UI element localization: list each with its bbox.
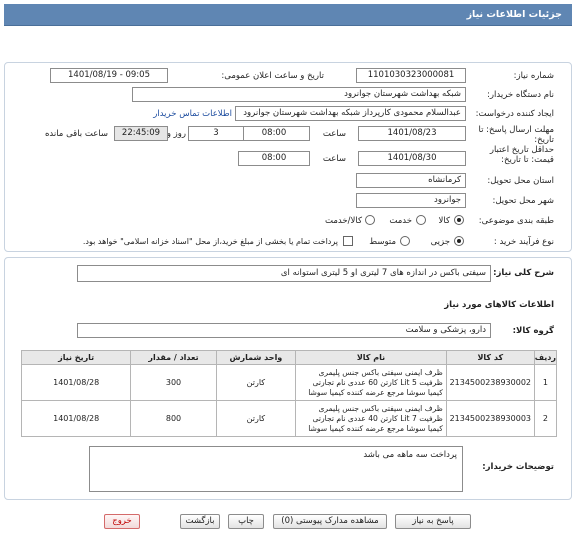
view-attachments-button[interactable]: مشاهده مدارک پیوستی (0): [273, 514, 387, 529]
table-header-date: تاریخ نیاز: [20, 350, 132, 365]
buyer-notes-label: توضیحات خریدار:: [482, 462, 554, 472]
price-validity-time-field: 08:00: [238, 151, 310, 166]
print-button[interactable]: چاپ: [228, 514, 264, 529]
days-field: 3: [188, 126, 244, 141]
remaining-time-label: ساعت باقی مانده: [44, 129, 108, 139]
table-header-row-number: ردیف: [533, 350, 558, 365]
buyer-org-label: نام دستگاه خریدار:: [487, 90, 554, 100]
table-header-code: کد کالا: [445, 350, 535, 365]
cell-name: ظرف ایمنی سیفتی باکس جنس پلیمری ظرفیت 5 …: [295, 364, 447, 401]
buyer-notes-field: پرداخت سه ماهه می باشد: [89, 446, 463, 492]
category-radio-service[interactable]: [416, 215, 426, 225]
process-option-minor: جزیی: [430, 237, 450, 247]
need-summary-field: سیفتی باکس در اندازه های 7 لیتری او 5 لی…: [77, 265, 491, 282]
exit-button[interactable]: خروج: [104, 514, 140, 529]
need-number-field: 1101030323000081: [356, 68, 466, 83]
deadline-date-field: 1401/08/23: [358, 126, 466, 141]
city-field: جوانرود: [356, 193, 466, 208]
goods-group-label: گروه کالا:: [512, 326, 554, 336]
table-header-unit: واحد شمارش: [215, 350, 297, 365]
table-header-qty: تعداد / مقدار: [130, 350, 217, 365]
announce-datetime-field: 1401/08/19 - 09:05: [50, 68, 168, 83]
category-radio-goods-service[interactable]: [365, 215, 375, 225]
buyer-org-field: شبکه بهداشت شهرستان جوانرود: [132, 87, 466, 102]
cell-date: 1401/08/28: [20, 364, 132, 401]
treasury-payment-checkbox[interactable]: [343, 236, 353, 246]
need-summary-label: شرح کلی نیاز:: [493, 268, 554, 278]
category-option-goods-service: کالا/خدمت: [325, 216, 362, 226]
reply-button[interactable]: پاسخ به نیاز: [395, 514, 471, 529]
category-option-service: خدمت: [389, 216, 412, 226]
goods-table: ردیف کد کالا نام کالا واحد شمارش تعداد /…: [20, 350, 558, 437]
deadline-label: مهلت ارسال پاسخ: تا تاریخ:: [478, 125, 554, 145]
category-option-goods: کالا: [438, 216, 450, 226]
table-row: 1 2134500238930002 ظرف ایمنی سیفتی باکس …: [20, 364, 558, 401]
cell-code: 2134500238930002: [445, 364, 535, 401]
remaining-time-field: 22:45:09: [114, 126, 168, 141]
purchase-process-label: نوع فرآیند خرید :: [493, 237, 554, 247]
page-title: جزئیات اطلاعات نیاز: [466, 9, 562, 20]
back-button[interactable]: بازگشت: [180, 514, 220, 529]
goods-section-title: اطلاعات کالاهای مورد نیاز: [444, 300, 554, 310]
price-validity-date-field: 1401/08/30: [358, 151, 466, 166]
process-option-medium: متوسط: [369, 237, 396, 247]
cell-qty: 300: [130, 364, 217, 401]
category-label: طبقه بندی موضوعی:: [478, 216, 554, 226]
category-radio-goods[interactable]: [454, 215, 464, 225]
price-validity-time-label: ساعت: [322, 154, 346, 164]
process-radio-minor[interactable]: [454, 236, 464, 246]
cell-qty: 800: [130, 400, 217, 437]
price-validity-label: حداقل تاریخ اعتبار قیمت: تا تاریخ:: [489, 145, 554, 165]
days-label: روز و: [166, 129, 186, 139]
table-row: 2 2134500238930003 ظرف ایمنی سیفتی باکس …: [20, 400, 558, 437]
table-header-name: نام کالا: [295, 350, 447, 365]
cell-unit: کارتن: [215, 364, 297, 401]
buyer-contact-link[interactable]: اطلاعات تماس خریدار: [153, 109, 232, 119]
city-label: شهر محل تحویل:: [492, 196, 554, 206]
announce-datetime-label: تاریخ و ساعت اعلان عمومی:: [221, 71, 324, 81]
deadline-time-field: 08:00: [238, 126, 310, 141]
province-field: کرمانشاه: [356, 173, 466, 188]
cell-date: 1401/08/28: [20, 400, 132, 437]
need-number-label: شماره نیاز:: [513, 71, 554, 81]
deadline-time-label: ساعت: [322, 129, 346, 139]
page-header: جزئیات اطلاعات نیاز: [4, 4, 572, 26]
treasury-payment-note: پرداخت تمام یا بخشی از مبلغ خرید،از محل …: [82, 237, 338, 246]
requester-label: ایجاد کننده درخواست:: [475, 109, 554, 119]
cell-row-number: 1: [533, 364, 558, 401]
cell-name: ظرف ایمنی سیفتی باکس جنس پلیمری ظرفیت 7 …: [295, 400, 447, 437]
process-radio-medium[interactable]: [400, 236, 410, 246]
cell-unit: کارتن: [215, 400, 297, 437]
requester-field: عبدالسلام محمودی کارپرداز شبکه بهداشت شه…: [235, 106, 466, 121]
cell-code: 2134500238930003: [445, 400, 535, 437]
cell-row-number: 2: [533, 400, 558, 437]
goods-group-field: دارو، پزشکی و سلامت: [77, 323, 491, 338]
province-label: استان محل تحویل:: [487, 176, 554, 186]
